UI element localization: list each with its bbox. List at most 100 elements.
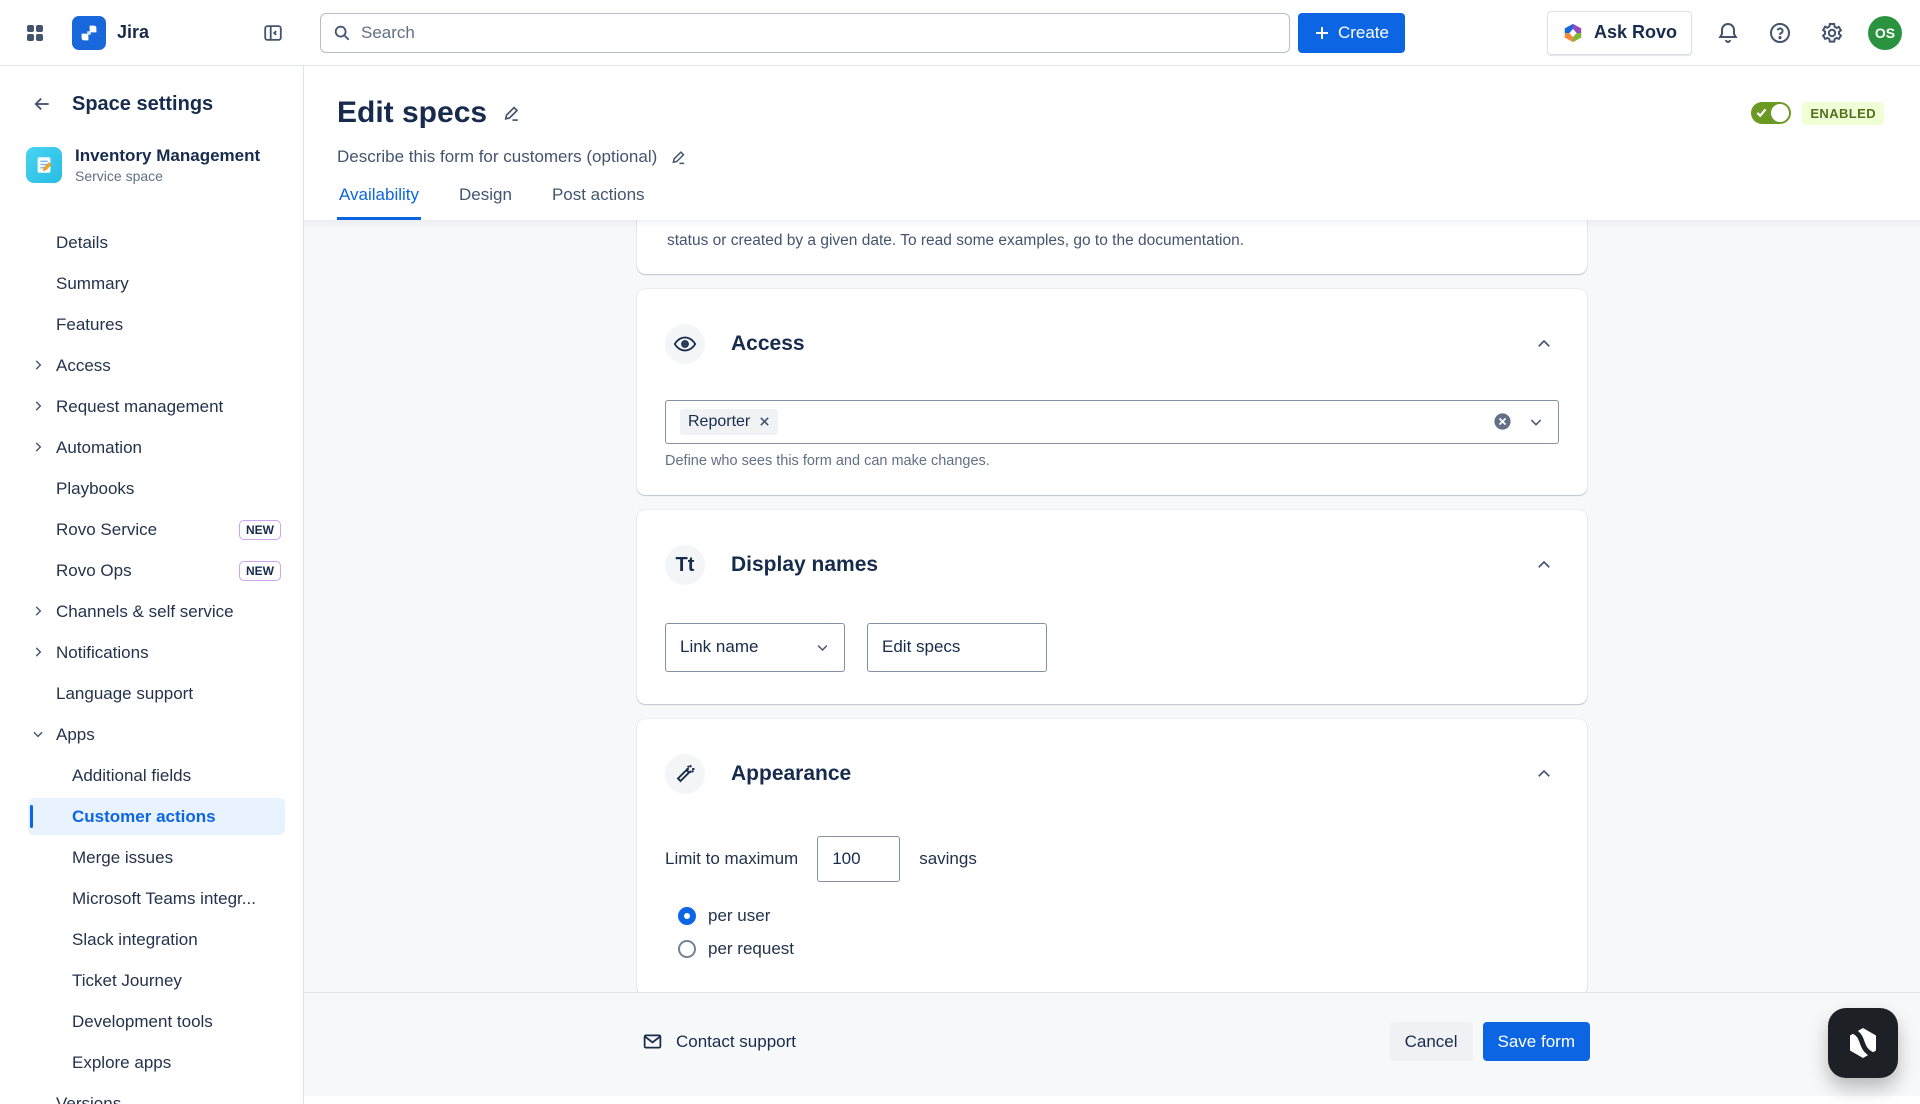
app-name: Jira <box>117 22 149 43</box>
sidebar-item-access[interactable]: Access <box>0 345 303 386</box>
limit-scope-radio-group: per user per request <box>678 906 1559 959</box>
search-icon <box>333 24 351 42</box>
description-placeholder: Describe this form for customers (option… <box>337 147 657 167</box>
tab-design[interactable]: Design <box>457 185 514 220</box>
scrolled-card-text: status or created by a given date. To re… <box>667 232 1244 249</box>
sidebar-item-rovo-service[interactable]: Rovo Service NEW <box>0 509 303 550</box>
form-header: Edit specs ENABLED Describe this form fo… <box>304 66 1920 220</box>
limit-suffix: savings <box>919 849 977 869</box>
settings-gear-icon[interactable] <box>1816 17 1848 49</box>
remove-tag-icon[interactable] <box>759 416 770 427</box>
search-input[interactable]: Search <box>320 13 1290 53</box>
collapse-access-icon[interactable] <box>1529 329 1559 359</box>
new-badge: NEW <box>239 520 281 540</box>
form-description-field[interactable]: Describe this form for customers (option… <box>337 147 1884 167</box>
sidebar-item-notifications[interactable]: Notifications <box>0 632 303 673</box>
sidebar-item-playbooks[interactable]: Playbooks <box>0 468 303 509</box>
scrolled-card: status or created by a given date. To re… <box>637 220 1587 274</box>
topbar-middle: Search Create <box>304 13 1405 53</box>
user-avatar[interactable]: OS <box>1868 16 1902 50</box>
chevron-right-icon <box>31 358 45 372</box>
chevron-right-icon <box>31 440 45 454</box>
access-title: Access <box>731 332 805 356</box>
sidebar-item-apps[interactable]: Apps <box>0 714 303 755</box>
sidebar: Space settings Inventory Management Serv… <box>0 66 304 1104</box>
space-type: Service space <box>75 168 260 184</box>
create-button[interactable]: Create <box>1298 13 1405 53</box>
edit-title-icon[interactable] <box>502 103 522 123</box>
sidebar-item-customer-actions[interactable]: Customer actions <box>0 796 303 837</box>
sidebar-item-microsoft-teams-integr[interactable]: Microsoft Teams integr... <box>0 878 303 919</box>
sidebar-item-automation[interactable]: Automation <box>0 427 303 468</box>
display-names-section: Tt Display names Link name Edit specs <box>637 510 1587 704</box>
display-name-input[interactable]: Edit specs <box>867 623 1047 672</box>
sidebar-item-summary[interactable]: Summary <box>0 263 303 304</box>
appearance-section: Appearance Limit to maximum 100 savings … <box>637 719 1587 992</box>
eye-icon <box>665 324 705 364</box>
tab-content: status or created by a given date. To re… <box>304 220 1920 992</box>
sidebar-item-ticket-journey[interactable]: Ticket Journey <box>0 960 303 1001</box>
page-title: Edit specs <box>337 96 487 130</box>
sidebar-item-features[interactable]: Features <box>0 304 303 345</box>
limit-label: Limit to maximum <box>665 849 798 869</box>
radio-option-per-user[interactable]: per user <box>678 906 1559 926</box>
form-footer: Contact support Cancel Save form <box>304 992 1920 1096</box>
sidebar-item-merge-issues[interactable]: Merge issues <box>0 837 303 878</box>
cancel-button[interactable]: Cancel <box>1390 1022 1473 1061</box>
sidebar-title: Space settings <box>72 93 213 116</box>
sidebar-item-details[interactable]: Details <box>0 222 303 263</box>
space-settings-header: Space settings <box>0 90 303 118</box>
sidebar-item-additional-fields[interactable]: Additional fields <box>0 755 303 796</box>
sidebar-nav: Details Summary Features Access <box>0 222 303 1104</box>
contact-support-link[interactable]: Contact support <box>642 1031 796 1052</box>
enabled-toggle[interactable] <box>1751 102 1791 124</box>
space-name: Inventory Management <box>75 146 260 166</box>
help-icon[interactable] <box>1764 17 1796 49</box>
tab-post-actions[interactable]: Post actions <box>550 185 647 220</box>
plus-icon <box>1314 25 1330 41</box>
radio-icon <box>678 907 696 925</box>
sidebar-item-versions[interactable]: Versions <box>0 1083 303 1104</box>
space-info: Inventory Management Service space <box>26 146 303 184</box>
sidebar-item-rovo-ops[interactable]: Rovo Ops NEW <box>0 550 303 591</box>
collapse-sidebar-icon[interactable] <box>258 18 288 48</box>
save-form-button[interactable]: Save form <box>1483 1022 1590 1061</box>
sidebar-item-channels-self-service[interactable]: Channels & self service <box>0 591 303 632</box>
check-icon <box>1756 107 1767 118</box>
sidebar-item-slack-integration[interactable]: Slack integration <box>0 919 303 960</box>
access-multiselect[interactable]: Reporter <box>665 400 1559 444</box>
tab-availability[interactable]: Availability <box>337 185 421 220</box>
sidebar-item-language-support[interactable]: Language support <box>0 673 303 714</box>
sidebar-item-request-management[interactable]: Request management <box>0 386 303 427</box>
collapse-appearance-icon[interactable] <box>1529 759 1559 789</box>
chevron-right-icon <box>31 645 45 659</box>
radio-icon <box>678 940 696 958</box>
access-helper-text: Define who sees this form and can make c… <box>665 453 1559 469</box>
radio-option-per-request[interactable]: per request <box>678 939 1559 959</box>
access-tag: Reporter <box>680 409 778 435</box>
notifications-icon[interactable] <box>1712 17 1744 49</box>
sidebar-item-explore-apps[interactable]: Explore apps <box>0 1042 303 1083</box>
rovo-icon <box>1562 22 1584 44</box>
rovo-chat-launcher-button[interactable] <box>1828 1008 1898 1078</box>
collapse-display-names-icon[interactable] <box>1529 550 1559 580</box>
limit-value-input[interactable]: 100 <box>817 836 900 882</box>
sidebar-item-development-tools[interactable]: Development tools <box>0 1001 303 1042</box>
top-navigation-bar: Jira Search Create Ask Rovo <box>0 0 1920 66</box>
envelope-icon <box>642 1031 663 1052</box>
back-arrow-icon[interactable] <box>28 90 56 118</box>
display-type-select[interactable]: Link name <box>665 623 845 672</box>
edit-description-icon[interactable] <box>670 148 688 166</box>
enabled-cluster: ENABLED <box>1751 102 1884 125</box>
new-badge: NEW <box>239 561 281 581</box>
access-section: Access Reporter <box>637 289 1587 495</box>
app-switcher-icon[interactable] <box>20 18 50 48</box>
clear-select-icon[interactable] <box>1493 412 1512 431</box>
appearance-title: Appearance <box>731 762 851 786</box>
jira-logo[interactable] <box>72 16 106 50</box>
tab-bar: Availability Design Post actions <box>337 185 1884 220</box>
search-placeholder: Search <box>361 23 415 43</box>
ask-rovo-button[interactable]: Ask Rovo <box>1547 11 1692 55</box>
select-chevron-down-icon[interactable] <box>1528 414 1544 430</box>
topbar-right: Ask Rovo OS <box>1547 11 1920 55</box>
